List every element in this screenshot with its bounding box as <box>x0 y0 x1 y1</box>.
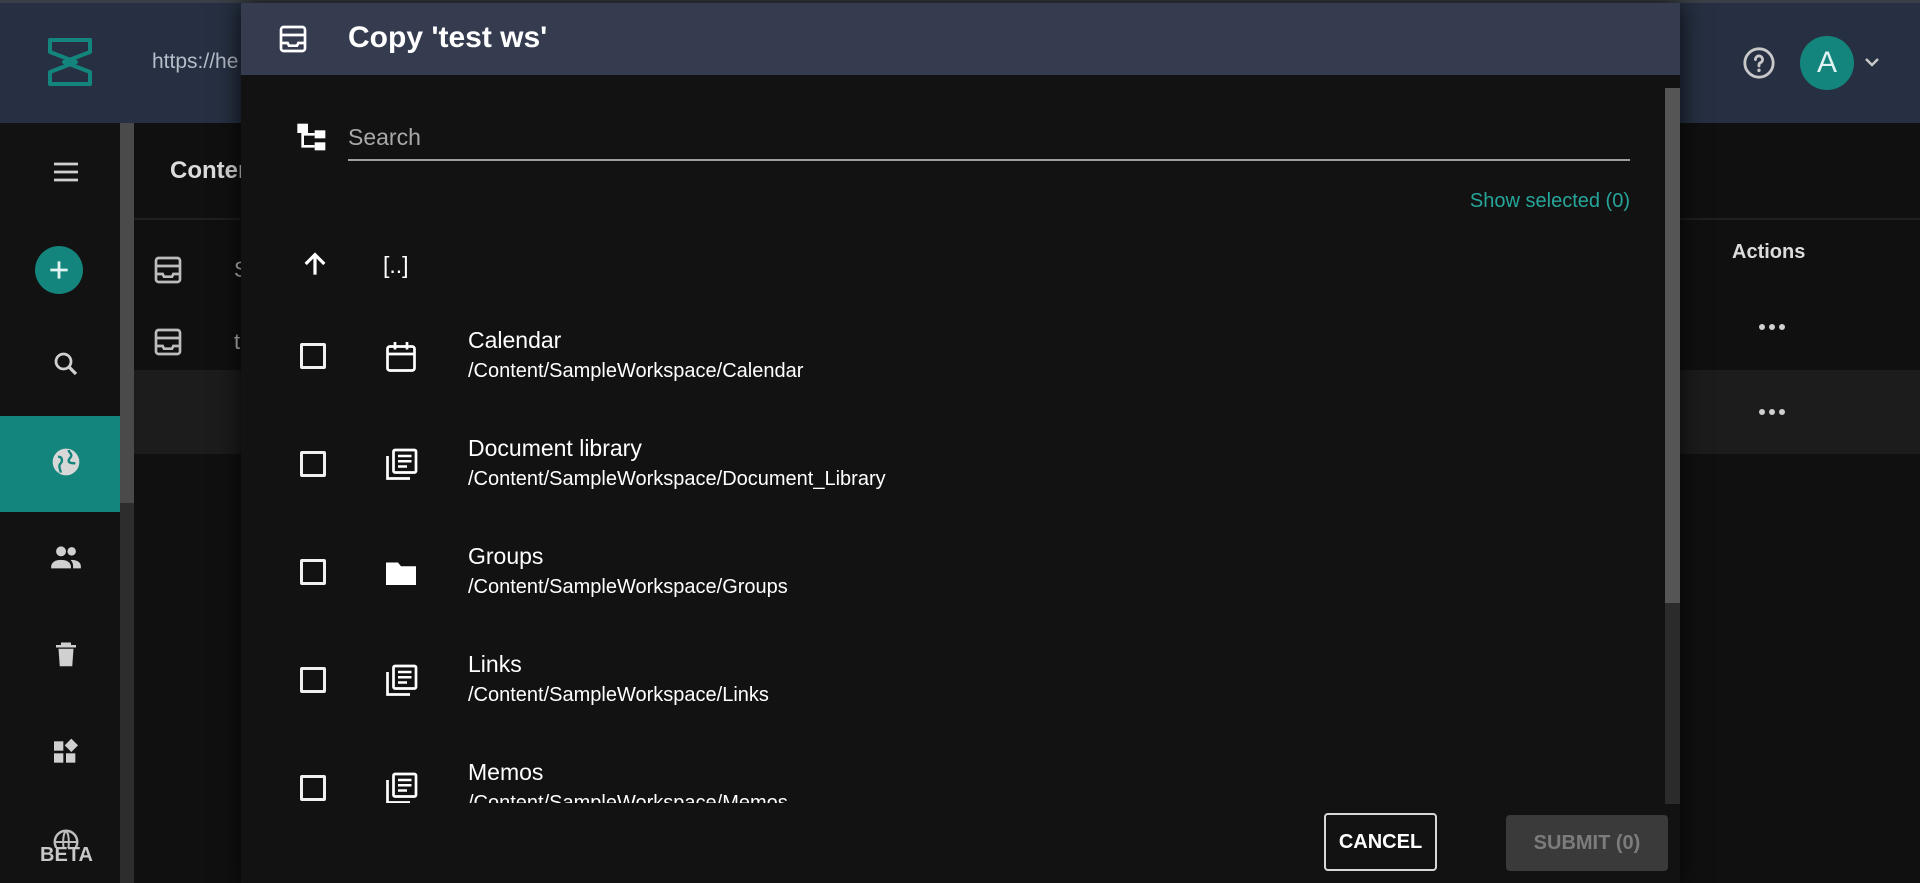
list-item[interactable]: Calendar /Content/SampleWorkspace/Calend… <box>241 303 1661 411</box>
tree-view-icon[interactable] <box>296 121 328 153</box>
search-input[interactable] <box>348 115 1630 161</box>
breadcrumb[interactable]: Conter <box>170 157 247 185</box>
dialog-scrollbar-thumb[interactable] <box>1665 88 1680 603</box>
avatar[interactable]: A <box>1800 36 1854 90</box>
item-path: /Content/SampleWorkspace/Document_Librar… <box>468 468 886 490</box>
item-name: Links <box>468 651 522 677</box>
folder-icon <box>386 562 416 585</box>
url-text: https://he <box>152 50 239 73</box>
dialog-title: Copy 'test ws' <box>348 21 548 54</box>
calendar-icon <box>386 342 416 372</box>
show-selected-link[interactable]: Show selected (0) <box>1421 190 1630 213</box>
item-list: Calendar /Content/SampleWorkspace/Calend… <box>241 303 1661 803</box>
users-icon[interactable] <box>44 535 88 579</box>
item-path: /Content/SampleWorkspace/Calendar <box>468 360 804 382</box>
item-checkbox[interactable] <box>300 451 326 477</box>
item-path: /Content/SampleWorkspace/Groups <box>468 576 788 598</box>
more-actions-icon[interactable] <box>1758 322 1786 332</box>
chevron-down-icon[interactable] <box>1862 52 1882 72</box>
actions-column-header: Actions <box>1732 241 1806 263</box>
table-row-name[interactable]: t <box>234 329 240 355</box>
workspace-icon <box>154 328 182 356</box>
workspace-icon <box>154 256 182 284</box>
arrow-up-icon[interactable] <box>299 248 331 280</box>
list-item[interactable]: Links /Content/SampleWorkspace/Links <box>241 627 1661 735</box>
globe-icon[interactable] <box>44 440 88 484</box>
item-name: Groups <box>468 543 544 569</box>
item-checkbox[interactable] <box>300 775 326 801</box>
more-actions-icon[interactable] <box>1758 407 1786 417</box>
logo-icon[interactable] <box>44 34 96 90</box>
add-icon <box>50 261 68 279</box>
list-item[interactable]: Groups /Content/SampleWorkspace/Groups <box>241 519 1661 627</box>
item-name: Calendar <box>468 327 562 353</box>
item-name: Document library <box>468 435 642 461</box>
help-icon[interactable] <box>1742 46 1776 80</box>
item-checkbox[interactable] <box>300 667 326 693</box>
beta-label: BETA <box>40 844 93 866</box>
parent-folder-link[interactable]: [..] <box>383 252 409 279</box>
trash-icon[interactable] <box>44 633 88 677</box>
dialog-header: Copy 'test ws' <box>241 3 1680 75</box>
library-icon <box>386 664 418 696</box>
copy-dialog: Copy 'test ws' Show selected (0) [..] Ca… <box>241 3 1680 883</box>
app-root: https://he A BETA Conter Actions t Copy … <box>0 0 1920 883</box>
library-icon <box>386 448 418 480</box>
item-name: Memos <box>468 759 544 785</box>
cancel-button[interactable]: CANCEL <box>1324 813 1437 871</box>
sidebar-scrollbar-thumb[interactable] <box>120 123 134 503</box>
add-button[interactable] <box>35 246 83 294</box>
item-checkbox[interactable] <box>300 559 326 585</box>
submit-button[interactable]: SUBMIT (0) <box>1506 815 1668 871</box>
workspace-icon <box>279 25 307 53</box>
item-path: /Content/SampleWorkspace/Memos <box>468 792 788 803</box>
item-path: /Content/SampleWorkspace/Links <box>468 684 769 706</box>
list-item[interactable]: Document library /Content/SampleWorkspac… <box>241 411 1661 519</box>
library-icon <box>386 772 418 803</box>
search-icon[interactable] <box>44 342 88 386</box>
item-checkbox[interactable] <box>300 343 326 369</box>
menu-icon[interactable] <box>44 150 88 194</box>
widgets-icon[interactable] <box>44 730 88 774</box>
list-item[interactable]: Memos /Content/SampleWorkspace/Memos <box>241 735 1661 803</box>
